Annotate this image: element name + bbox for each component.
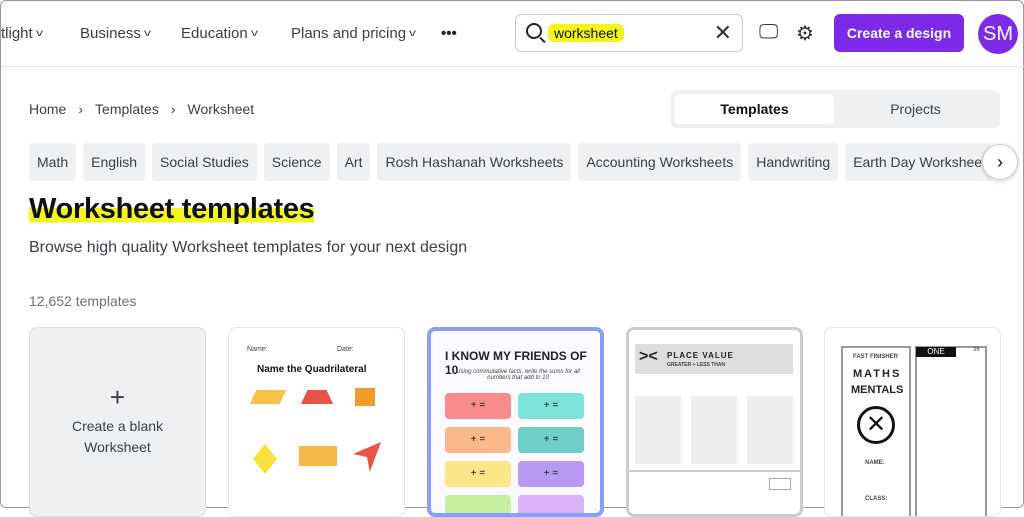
chip[interactable]: English bbox=[83, 143, 146, 181]
chevron-right-icon: › bbox=[78, 101, 84, 117]
thumb-text: Name the Quadrilateral bbox=[257, 364, 367, 375]
thumb-text: Date: bbox=[337, 346, 354, 353]
chip[interactable]: Earth Day Worksheets bbox=[845, 143, 991, 181]
thumb-text: FAST FINISHER bbox=[853, 354, 899, 360]
thumb-text: Name: bbox=[247, 346, 268, 353]
template-card[interactable]: Name: Date: Name the Quadrilateral bbox=[228, 327, 405, 517]
blank-label: Create a blank bbox=[71, 417, 164, 434]
chip[interactable]: Art bbox=[336, 143, 371, 181]
view-toggle: Templates Projects bbox=[671, 90, 1000, 128]
chevron-down-icon: v bbox=[143, 28, 151, 39]
search-input[interactable]: worksheet ✕ bbox=[515, 14, 743, 52]
tab-projects[interactable]: Projects bbox=[836, 94, 995, 124]
plus-icon: + bbox=[109, 381, 126, 412]
thumb-text: NAME: bbox=[865, 460, 885, 466]
thumb-text: 36 bbox=[973, 347, 980, 353]
page-title: Worksheet templates bbox=[29, 193, 315, 226]
chip[interactable]: Science bbox=[263, 143, 330, 181]
thumb-text: CLASS: bbox=[865, 496, 888, 502]
thumb-text: + = bbox=[445, 427, 511, 453]
thumb-text: + = bbox=[445, 461, 511, 487]
chevron-down-icon: v bbox=[409, 28, 417, 39]
settings-gear-icon[interactable]: ⚙ bbox=[796, 21, 814, 46]
chip[interactable]: Rosh Hashanah Worksheets bbox=[377, 143, 572, 181]
thumb-text: >< bbox=[639, 348, 658, 365]
thumb-text: MENTALS bbox=[851, 384, 904, 396]
blank-label: Worksheet bbox=[84, 438, 151, 455]
thumb-text: GREATER + LESS THAN bbox=[667, 362, 726, 368]
thumb-text: Using commutative facts, write the sums … bbox=[456, 369, 580, 381]
breadcrumb-worksheet: Worksheet bbox=[187, 101, 255, 117]
search-icon bbox=[526, 23, 542, 39]
tab-templates[interactable]: Templates bbox=[675, 94, 834, 124]
create-blank-card[interactable]: + Create a blank Worksheet bbox=[29, 327, 206, 517]
template-count: 12,652 templates bbox=[29, 293, 137, 309]
more-menu-button[interactable]: ••• bbox=[441, 25, 457, 42]
thumb-text: + = bbox=[445, 393, 511, 419]
thumb-text: ONE bbox=[916, 347, 956, 357]
breadcrumb-templates[interactable]: Templates bbox=[95, 101, 159, 117]
breadcrumb: Home › Templates › Worksheet bbox=[29, 101, 254, 117]
breadcrumb-home[interactable]: Home bbox=[29, 101, 66, 117]
chevron-right-icon[interactable]: › bbox=[982, 144, 1018, 180]
chip[interactable]: Accounting Worksheets bbox=[578, 143, 742, 181]
nav-business[interactable]: Business v bbox=[80, 25, 151, 42]
avatar[interactable]: SM bbox=[978, 14, 1018, 54]
desktop-app-icon[interactable]: 🖵 bbox=[759, 21, 778, 44]
thumb-text: MATHS bbox=[853, 368, 902, 380]
chevron-down-icon: v bbox=[250, 28, 258, 39]
page-subtitle: Browse high quality Worksheet templates … bbox=[29, 239, 468, 256]
nav-plans-pricing[interactable]: Plans and pricing v bbox=[291, 25, 417, 42]
create-design-button[interactable]: Create a design bbox=[834, 14, 964, 52]
multiply-icon: ✕ bbox=[857, 406, 895, 444]
thumb-text: + = bbox=[518, 427, 584, 453]
chip[interactable]: Math bbox=[29, 143, 77, 181]
top-nav: tlight v Business v Education v Plans and p… bbox=[1, 1, 1024, 67]
template-card[interactable]: I KNOW MY FRIENDS OF 10 Using commutativ… bbox=[427, 327, 604, 517]
category-chips: Math English Social Studies Science Art … bbox=[29, 143, 991, 181]
chevron-down-icon: v bbox=[35, 28, 43, 39]
chip[interactable]: Handwriting bbox=[748, 143, 839, 181]
nav-education[interactable]: Education v bbox=[181, 25, 258, 42]
thumb-text: + = bbox=[518, 461, 584, 487]
template-card[interactable]: >< PLACE VALUE GREATER + LESS THAN bbox=[626, 327, 803, 517]
template-card[interactable]: FAST FINISHER MATHS MENTALS ✕ NAME: CLAS… bbox=[824, 327, 1001, 517]
chevron-right-icon: › bbox=[170, 101, 176, 117]
thumb-text: PLACE VALUE bbox=[667, 351, 734, 360]
nav-spotlight[interactable]: tlight v bbox=[1, 25, 43, 42]
chip[interactable]: Social Studies bbox=[152, 143, 257, 181]
clear-search-icon[interactable]: ✕ bbox=[714, 20, 732, 46]
thumb-text: + = bbox=[518, 393, 584, 419]
